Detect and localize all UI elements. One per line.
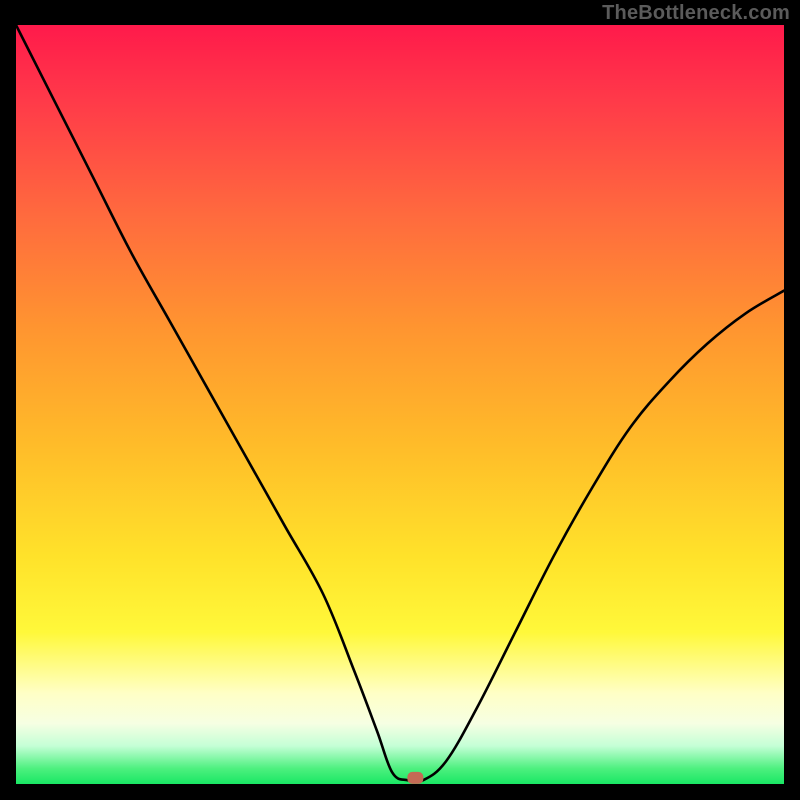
plot-outer — [16, 25, 784, 784]
chart-svg — [16, 25, 784, 784]
watermark-text: TheBottleneck.com — [602, 2, 790, 25]
minimum-marker — [407, 772, 423, 784]
chart-frame: TheBottleneck.com — [0, 0, 800, 800]
bottleneck-curve — [16, 25, 784, 782]
